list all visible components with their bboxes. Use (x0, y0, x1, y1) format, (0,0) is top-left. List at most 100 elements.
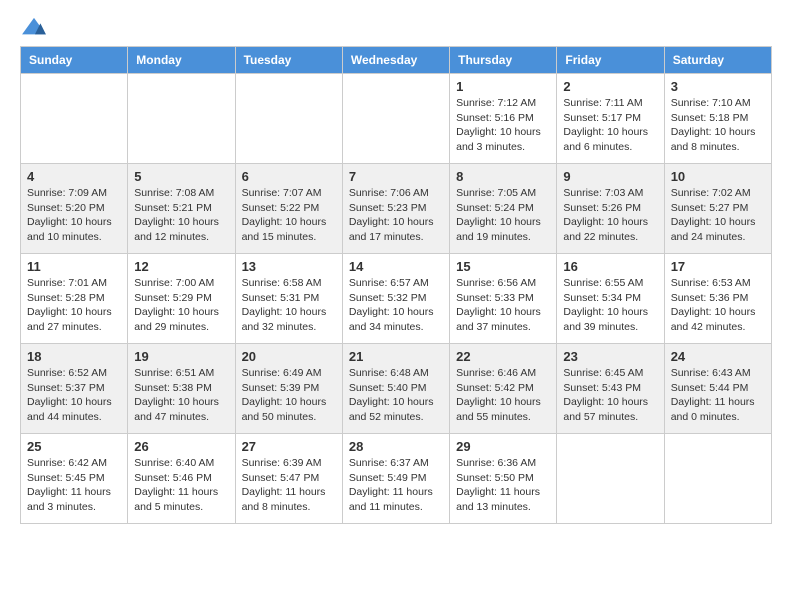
day-number: 21 (349, 349, 443, 364)
day-info: Sunrise: 6:53 AM Sunset: 5:36 PM Dayligh… (671, 276, 765, 335)
day-number: 8 (456, 169, 550, 184)
day-number: 23 (563, 349, 657, 364)
day-info: Sunrise: 7:05 AM Sunset: 5:24 PM Dayligh… (456, 186, 550, 245)
day-cell: 2Sunrise: 7:11 AM Sunset: 5:17 PM Daylig… (557, 74, 664, 164)
day-cell: 11 Sunrise: 7:01 AM Sunset: 5:28 PM Dayli… (21, 254, 128, 344)
day-cell: 5 Sunrise: 7:08 AM Sunset: 5:21 PM Daylig… (128, 164, 235, 254)
day-number: 17 (671, 259, 765, 274)
day-cell (664, 434, 771, 524)
header-cell-thursday: Thursday (450, 47, 557, 74)
day-cell: 29 Sunrise: 6:36 AM Sunset: 5:50 PM Dayli… (450, 434, 557, 524)
day-number: 29 (456, 439, 550, 454)
day-number: 24 (671, 349, 765, 364)
day-info: Sunrise: 6:45 AM Sunset: 5:43 PM Dayligh… (563, 366, 657, 425)
day-number: 27 (242, 439, 336, 454)
day-info: Sunrise: 6:49 AM Sunset: 5:39 PM Dayligh… (242, 366, 336, 425)
day-info: Sunrise: 7:11 AM Sunset: 5:17 PM Dayligh… (563, 96, 657, 155)
day-info: Sunrise: 6:57 AM Sunset: 5:32 PM Dayligh… (349, 276, 443, 335)
day-cell: 20 Sunrise: 6:49 AM Sunset: 5:39 PM Dayli… (235, 344, 342, 434)
day-number: 18 (27, 349, 121, 364)
day-info: Sunrise: 7:10 AM Sunset: 5:18 PM Dayligh… (671, 96, 765, 155)
day-cell (342, 74, 449, 164)
day-cell: 10Sunrise: 7:02 AM Sunset: 5:27 PM Dayli… (664, 164, 771, 254)
day-info: Sunrise: 6:37 AM Sunset: 5:49 PM Dayligh… (349, 456, 443, 515)
day-cell: 22 Sunrise: 6:46 AM Sunset: 5:42 PM Dayli… (450, 344, 557, 434)
day-cell: 8 Sunrise: 7:05 AM Sunset: 5:24 PM Daylig… (450, 164, 557, 254)
day-number: 25 (27, 439, 121, 454)
day-cell: 3Sunrise: 7:10 AM Sunset: 5:18 PM Daylig… (664, 74, 771, 164)
calendar-body: 1Sunrise: 7:12 AM Sunset: 5:16 PM Daylig… (21, 74, 772, 524)
day-cell: 6 Sunrise: 7:07 AM Sunset: 5:22 PM Daylig… (235, 164, 342, 254)
day-info: Sunrise: 7:08 AM Sunset: 5:21 PM Dayligh… (134, 186, 228, 245)
day-number: 6 (242, 169, 336, 184)
day-cell: 7 Sunrise: 7:06 AM Sunset: 5:23 PM Daylig… (342, 164, 449, 254)
day-info: Sunrise: 7:01 AM Sunset: 5:28 PM Dayligh… (27, 276, 121, 335)
day-number: 12 (134, 259, 228, 274)
day-info: Sunrise: 6:56 AM Sunset: 5:33 PM Dayligh… (456, 276, 550, 335)
day-info: Sunrise: 7:06 AM Sunset: 5:23 PM Dayligh… (349, 186, 443, 245)
day-cell: 9Sunrise: 7:03 AM Sunset: 5:26 PM Daylig… (557, 164, 664, 254)
day-info: Sunrise: 6:46 AM Sunset: 5:42 PM Dayligh… (456, 366, 550, 425)
calendar-table: SundayMondayTuesdayWednesdayThursdayFrid… (20, 46, 772, 524)
day-number: 28 (349, 439, 443, 454)
day-number: 20 (242, 349, 336, 364)
header-cell-saturday: Saturday (664, 47, 771, 74)
logo (20, 16, 52, 38)
day-number: 19 (134, 349, 228, 364)
day-info: Sunrise: 7:07 AM Sunset: 5:22 PM Dayligh… (242, 186, 336, 245)
day-number: 5 (134, 169, 228, 184)
header-cell-monday: Monday (128, 47, 235, 74)
day-cell: 14 Sunrise: 6:57 AM Sunset: 5:32 PM Dayli… (342, 254, 449, 344)
day-info: Sunrise: 6:55 AM Sunset: 5:34 PM Dayligh… (563, 276, 657, 335)
day-cell: 1Sunrise: 7:12 AM Sunset: 5:16 PM Daylig… (450, 74, 557, 164)
day-number: 26 (134, 439, 228, 454)
day-number: 11 (27, 259, 121, 274)
day-cell: 4 Sunrise: 7:09 AM Sunset: 5:20 PM Daylig… (21, 164, 128, 254)
day-number: 15 (456, 259, 550, 274)
week-row-0: 1Sunrise: 7:12 AM Sunset: 5:16 PM Daylig… (21, 74, 772, 164)
day-number: 10 (671, 169, 765, 184)
day-cell: 15 Sunrise: 6:56 AM Sunset: 5:33 PM Dayli… (450, 254, 557, 344)
day-number: 4 (27, 169, 121, 184)
day-cell: 28 Sunrise: 6:37 AM Sunset: 5:49 PM Dayli… (342, 434, 449, 524)
header-cell-friday: Friday (557, 47, 664, 74)
day-info: Sunrise: 6:42 AM Sunset: 5:45 PM Dayligh… (27, 456, 121, 515)
day-cell: 17 Sunrise: 6:53 AM Sunset: 5:36 PM Dayli… (664, 254, 771, 344)
day-cell (128, 74, 235, 164)
day-number: 13 (242, 259, 336, 274)
header-cell-tuesday: Tuesday (235, 47, 342, 74)
day-info: Sunrise: 6:52 AM Sunset: 5:37 PM Dayligh… (27, 366, 121, 425)
logo-icon (20, 16, 48, 38)
day-info: Sunrise: 6:39 AM Sunset: 5:47 PM Dayligh… (242, 456, 336, 515)
day-cell: 25 Sunrise: 6:42 AM Sunset: 5:45 PM Dayli… (21, 434, 128, 524)
day-cell: 24 Sunrise: 6:43 AM Sunset: 5:44 PM Dayli… (664, 344, 771, 434)
day-cell: 19Sunrise: 6:51 AM Sunset: 5:38 PM Dayli… (128, 344, 235, 434)
day-number: 14 (349, 259, 443, 274)
day-cell: 16 Sunrise: 6:55 AM Sunset: 5:34 PM Dayli… (557, 254, 664, 344)
day-cell (235, 74, 342, 164)
day-number: 16 (563, 259, 657, 274)
header-cell-wednesday: Wednesday (342, 47, 449, 74)
day-cell (557, 434, 664, 524)
day-number: 1 (456, 79, 550, 94)
day-cell: 12Sunrise: 7:00 AM Sunset: 5:29 PM Dayli… (128, 254, 235, 344)
day-info: Sunrise: 7:03 AM Sunset: 5:26 PM Dayligh… (563, 186, 657, 245)
day-cell (21, 74, 128, 164)
day-info: Sunrise: 7:09 AM Sunset: 5:20 PM Dayligh… (27, 186, 121, 245)
header (20, 16, 772, 38)
day-cell: 13 Sunrise: 6:58 AM Sunset: 5:31 PM Dayli… (235, 254, 342, 344)
day-cell: 26Sunrise: 6:40 AM Sunset: 5:46 PM Dayli… (128, 434, 235, 524)
week-row-3: 18 Sunrise: 6:52 AM Sunset: 5:37 PM Dayli… (21, 344, 772, 434)
week-row-2: 11 Sunrise: 7:01 AM Sunset: 5:28 PM Dayli… (21, 254, 772, 344)
day-info: Sunrise: 6:48 AM Sunset: 5:40 PM Dayligh… (349, 366, 443, 425)
day-info: Sunrise: 6:36 AM Sunset: 5:50 PM Dayligh… (456, 456, 550, 515)
day-cell: 21 Sunrise: 6:48 AM Sunset: 5:40 PM Dayli… (342, 344, 449, 434)
week-row-1: 4 Sunrise: 7:09 AM Sunset: 5:20 PM Daylig… (21, 164, 772, 254)
day-info: Sunrise: 6:58 AM Sunset: 5:31 PM Dayligh… (242, 276, 336, 335)
calendar-header: SundayMondayTuesdayWednesdayThursdayFrid… (21, 47, 772, 74)
day-number: 7 (349, 169, 443, 184)
day-cell: 27 Sunrise: 6:39 AM Sunset: 5:47 PM Dayli… (235, 434, 342, 524)
header-row: SundayMondayTuesdayWednesdayThursdayFrid… (21, 47, 772, 74)
day-info: Sunrise: 6:43 AM Sunset: 5:44 PM Dayligh… (671, 366, 765, 425)
day-number: 22 (456, 349, 550, 364)
